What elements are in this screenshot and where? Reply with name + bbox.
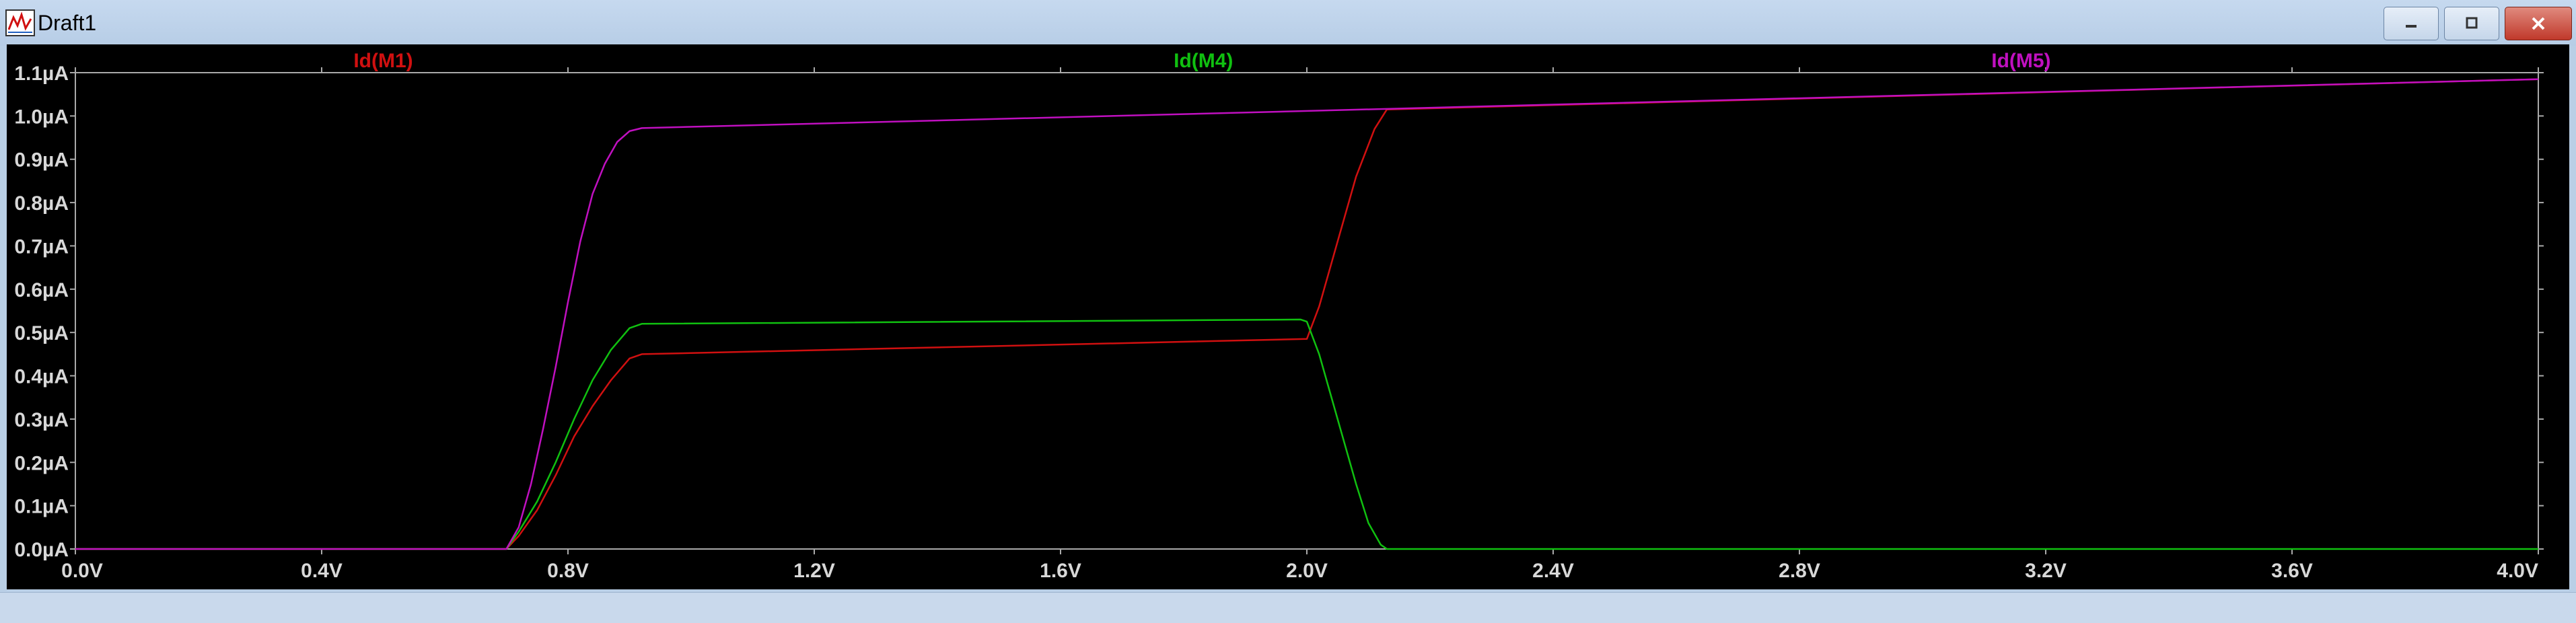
x-tick-label: 1.2V <box>793 560 835 582</box>
x-tick-label: 0.4V <box>301 560 343 582</box>
y-tick-label: 0.3µA <box>14 409 69 431</box>
x-tick-label: 4.0V <box>2497 560 2538 582</box>
x-tick-label: 0.8V <box>547 560 589 582</box>
series-line-idm4[interactable] <box>75 318 2538 550</box>
x-tick-label: 3.6V <box>2271 560 2313 582</box>
x-tick-label: 2.0V <box>1286 560 1328 582</box>
y-tick-label: 1.1µA <box>14 63 69 85</box>
y-tick-label: 0.4µA <box>14 366 69 388</box>
maximize-icon <box>2466 17 2478 29</box>
y-tick-label: 0.6µA <box>14 279 69 301</box>
x-tick-label: 1.6V <box>1040 560 1081 582</box>
y-tick-label: 0.7µA <box>14 235 69 258</box>
y-tick-label: 1.0µA <box>14 106 69 128</box>
x-tick-label: 3.2V <box>2025 560 2067 582</box>
window-title: Draft1 <box>38 11 97 35</box>
x-tick-label: 2.8V <box>1779 560 1820 582</box>
trace-label[interactable]: Id(M1) <box>353 50 413 72</box>
status-bar <box>0 592 2576 623</box>
trace-label[interactable]: Id(M5) <box>1991 50 2050 72</box>
trace-label[interactable]: Id(M4) <box>1174 50 1233 72</box>
waveform-window: Draft1 0.0µA 0.1µA 0.2µA 0.3µA 0.4µA 0.5µA 0.6… <box>0 0 2576 592</box>
minimize-icon <box>2406 25 2417 28</box>
plot-area-border <box>75 72 2539 550</box>
series-line-idm5[interactable] <box>75 78 2539 550</box>
y-tick-label: 0.5µA <box>14 322 69 344</box>
y-tick-label: 0.0µA <box>14 539 69 561</box>
y-tick-label: 0.1µA <box>14 496 69 518</box>
maximize-button[interactable] <box>2444 7 2499 40</box>
waveform-plot[interactable]: 0.0µA 0.1µA 0.2µA 0.3µA 0.4µA 0.5µA 0.6µA 0.7µA… <box>7 44 2569 589</box>
close-button[interactable] <box>2505 7 2572 40</box>
x-tick-label: 0.0V <box>61 560 103 582</box>
title-bar[interactable]: Draft1 <box>0 0 2576 46</box>
y-tick-label: 0.2µA <box>14 452 69 474</box>
x-tick-label: 2.4V <box>1532 560 1574 582</box>
minimize-button[interactable] <box>2384 7 2439 40</box>
waveform-viewer-icon <box>5 9 35 36</box>
plot-pane[interactable]: 0.0µA 0.1µA 0.2µA 0.3µA 0.4µA 0.5µA 0.6µA 0.7µA… <box>7 44 2569 589</box>
y-tick-label: 0.9µA <box>14 149 69 172</box>
close-icon <box>2532 17 2545 30</box>
series-line-idm1[interactable] <box>75 78 2539 550</box>
y-tick-label: 0.8µA <box>14 192 69 215</box>
